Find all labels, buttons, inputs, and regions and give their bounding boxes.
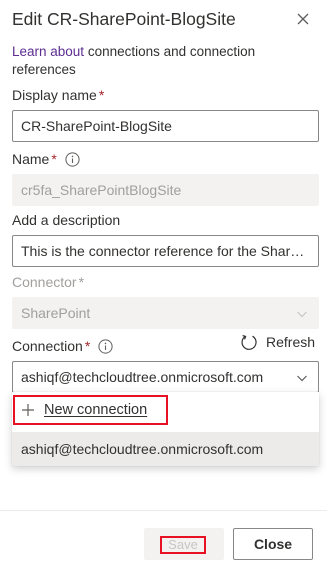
required-asterisk: * — [51, 151, 57, 167]
required-asterisk: * — [98, 87, 105, 103]
connection-option[interactable]: ashiqf@techcloudtree.onmicrosoft.com — [12, 432, 319, 466]
chevron-down-icon — [297, 375, 307, 382]
description-input[interactable]: This is the connector reference for the … — [12, 235, 319, 267]
display-name-input[interactable]: CR-SharePoint-BlogSite — [12, 110, 319, 142]
plus-icon — [22, 404, 34, 416]
new-connection-label: New connection — [44, 402, 148, 418]
display-name-label: Display name * — [12, 87, 104, 103]
required-asterisk: * — [84, 338, 91, 354]
save-button[interactable]: Save — [144, 528, 224, 560]
name-input: cr5fa_SharePointBlogSite — [12, 174, 319, 206]
footer-divider — [0, 510, 327, 511]
refresh-button[interactable]: Refresh — [240, 333, 315, 351]
save-button-label: Save — [160, 536, 206, 554]
name-label-text: Name — [12, 151, 50, 167]
learn-about-link[interactable]: Learn about — [12, 44, 84, 59]
panel-title: Edit CR-SharePoint-BlogSite — [12, 9, 236, 29]
learn-about-text: Learn about connections and connection r… — [12, 43, 312, 79]
close-button[interactable]: Close — [233, 528, 313, 560]
chevron-down-icon — [297, 311, 307, 318]
connector-label-text: Connector — [12, 274, 77, 290]
info-icon[interactable] — [98, 339, 113, 354]
required-asterisk: * — [78, 274, 85, 290]
connection-select-value: ashiqf@techcloudtree.onmicrosoft.com — [21, 369, 264, 385]
info-icon[interactable] — [65, 152, 80, 167]
connector-select: SharePoint — [12, 297, 319, 329]
connection-label: Connection * — [12, 338, 113, 354]
refresh-label: Refresh — [266, 334, 316, 350]
description-label: Add a description — [12, 212, 121, 228]
close-icon[interactable] — [294, 10, 312, 28]
display-name-label-text: Display name — [12, 87, 97, 103]
edit-connection-reference-panel: Edit CR-SharePoint-BlogSite Learn about … — [0, 0, 327, 567]
connection-dropdown: New connection ashiqf@techcloudtree.onmi… — [12, 392, 319, 466]
connection-label-text: Connection — [12, 338, 83, 354]
name-label: Name * — [12, 151, 80, 167]
connection-select[interactable]: ashiqf@techcloudtree.onmicrosoft.com — [12, 361, 319, 393]
new-connection-button[interactable]: New connection — [13, 395, 168, 425]
refresh-icon — [241, 335, 257, 350]
connector-select-value: SharePoint — [21, 305, 91, 321]
connector-label: Connector * — [12, 274, 84, 290]
